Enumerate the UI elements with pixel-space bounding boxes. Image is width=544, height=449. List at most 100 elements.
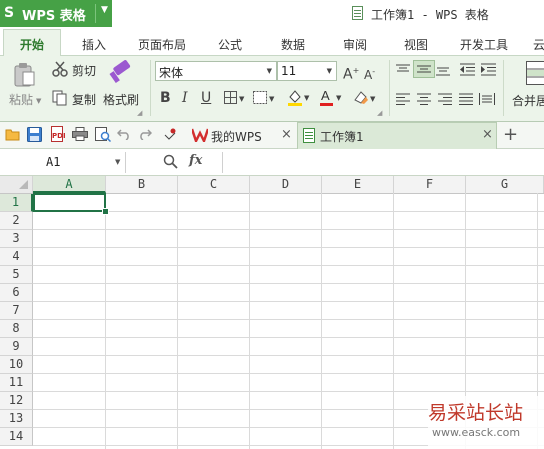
chevron-down-icon[interactable]: ▼ (115, 158, 120, 166)
increase-font-size-icon[interactable]: A+ (343, 63, 359, 83)
select-all-corner[interactable] (0, 176, 33, 193)
row-header-10[interactable]: 10 (0, 356, 33, 374)
grid-line (105, 193, 106, 449)
paste-dropdown-icon[interactable]: ▼ (36, 93, 41, 109)
font-dialog-launcher-icon[interactable]: ◢ (377, 105, 382, 121)
font-size-select[interactable]: 11 ▼ (277, 61, 337, 81)
align-middle-icon[interactable] (413, 60, 435, 78)
row-header-9[interactable]: 9 (0, 338, 33, 356)
copy-icon[interactable] (52, 90, 68, 106)
paste-icon[interactable] (12, 62, 36, 88)
formula-input[interactable] (230, 154, 530, 170)
chevron-down-icon[interactable]: ▼ (101, 5, 108, 15)
paste-button[interactable]: 粘贴 (9, 91, 33, 108)
row-header-8[interactable]: 8 (0, 320, 33, 338)
save-icon[interactable] (27, 127, 42, 142)
align-top-icon[interactable] (396, 64, 410, 76)
grid-line (393, 193, 394, 449)
align-bottom-icon[interactable] (436, 64, 450, 76)
copy-button[interactable]: 复制 (72, 91, 96, 108)
row-header-4[interactable]: 4 (0, 248, 33, 266)
font-color-icon[interactable]: A ▼ (319, 88, 343, 106)
increase-indent-icon[interactable] (481, 63, 496, 76)
column-header-d[interactable]: D (250, 176, 322, 193)
print-icon[interactable] (72, 127, 88, 141)
row-header-13[interactable]: 13 (0, 410, 33, 428)
tab-developer[interactable]: 开发工具 (460, 36, 508, 53)
fill-handle[interactable] (102, 208, 109, 215)
decrease-indent-icon[interactable] (460, 63, 475, 76)
app-menu-button[interactable]: S WPS 表格 ▼ (0, 0, 112, 27)
title-bar: S WPS 表格 ▼ 工作簿1 - WPS 表格 (0, 0, 544, 29)
tab-page-layout[interactable]: 页面布局 (138, 36, 186, 53)
grid-line (33, 373, 544, 374)
font-name-select[interactable]: 宋体 ▼ (155, 61, 277, 81)
open-folder-icon[interactable] (5, 127, 21, 141)
align-right-icon[interactable] (438, 93, 452, 105)
row-header-1[interactable]: 1 (0, 194, 33, 212)
decrease-font-size-icon[interactable]: A- (364, 64, 375, 83)
fill-pattern-icon[interactable]: ▼ (253, 91, 277, 105)
format-painter-icon[interactable] (108, 60, 134, 86)
justify-icon[interactable] (459, 93, 473, 105)
grid-line (177, 193, 178, 449)
row-header-7[interactable]: 7 (0, 302, 33, 320)
clear-format-icon[interactable]: ▼ (353, 89, 377, 105)
redo-icon[interactable] (138, 128, 152, 140)
tab-home[interactable]: 开始 (3, 29, 61, 56)
grid-line (33, 229, 544, 230)
align-left-icon[interactable] (396, 93, 410, 105)
active-cell-a1[interactable] (33, 193, 106, 212)
font-name-value: 宋体 (159, 66, 184, 80)
font-size-value: 11 (281, 64, 297, 78)
borders-icon[interactable]: ▼ (224, 91, 246, 105)
merge-center-button[interactable]: 合并居 (512, 92, 544, 109)
row-header-6[interactable]: 6 (0, 284, 33, 302)
fill-color-icon[interactable]: ▼ (287, 88, 311, 106)
tab-cloud[interactable]: 云 (533, 36, 544, 53)
column-header-f[interactable]: F (394, 176, 466, 193)
column-header-c[interactable]: C (178, 176, 250, 193)
new-tab-button[interactable]: + (503, 124, 518, 145)
tab-view[interactable]: 视图 (404, 36, 428, 53)
doc-tab-my-wps[interactable]: 我的WPS × (185, 124, 297, 148)
name-box[interactable]: A1 ▼ (0, 152, 126, 173)
row-header-12[interactable]: 12 (0, 392, 33, 410)
distributed-align-icon[interactable] (479, 93, 495, 105)
column-header-b[interactable]: B (106, 176, 178, 193)
customize-toolbar-icon[interactable] (163, 126, 177, 142)
row-header-5[interactable]: 5 (0, 266, 33, 284)
cut-button[interactable]: 剪切 (72, 62, 96, 79)
merge-cells-icon[interactable] (526, 61, 544, 85)
clipboard-dialog-launcher-icon[interactable]: ◢ (137, 105, 142, 121)
format-painter-button[interactable]: 格式刷 (103, 91, 139, 108)
column-header-e[interactable]: E (322, 176, 394, 193)
row-header-11[interactable]: 11 (0, 374, 33, 392)
tab-insert[interactable]: 插入 (82, 36, 106, 53)
row-header-14[interactable]: 14 (0, 428, 33, 446)
formula-bar-separator (222, 152, 223, 173)
insert-function-button[interactable]: fx (189, 153, 202, 168)
align-center-icon[interactable] (417, 93, 431, 105)
zoom-icon[interactable] (163, 154, 178, 169)
tab-data[interactable]: 数据 (281, 36, 305, 53)
column-header-a[interactable]: A (33, 176, 106, 193)
row-header-3[interactable]: 3 (0, 230, 33, 248)
column-header-g[interactable]: G (466, 176, 544, 193)
row-header-2[interactable]: 2 (0, 212, 33, 230)
italic-button[interactable]: I (182, 90, 188, 106)
svg-text:A: A (321, 88, 330, 103)
close-icon[interactable]: × (281, 127, 292, 142)
svg-text:▼: ▼ (336, 94, 342, 102)
underline-button[interactable]: U (201, 90, 211, 106)
export-pdf-icon[interactable]: PDF (49, 126, 65, 142)
bold-button[interactable]: B (160, 90, 171, 106)
close-icon[interactable]: × (482, 127, 493, 142)
tab-formulas[interactable]: 公式 (218, 36, 242, 53)
undo-icon[interactable] (117, 128, 131, 140)
doc-tab-workbook[interactable]: 工作簿1 × (297, 122, 497, 149)
tab-review[interactable]: 审阅 (343, 36, 367, 53)
scissors-icon[interactable] (52, 61, 68, 77)
wps-logo-icon (192, 128, 208, 142)
print-preview-icon[interactable] (95, 127, 111, 142)
